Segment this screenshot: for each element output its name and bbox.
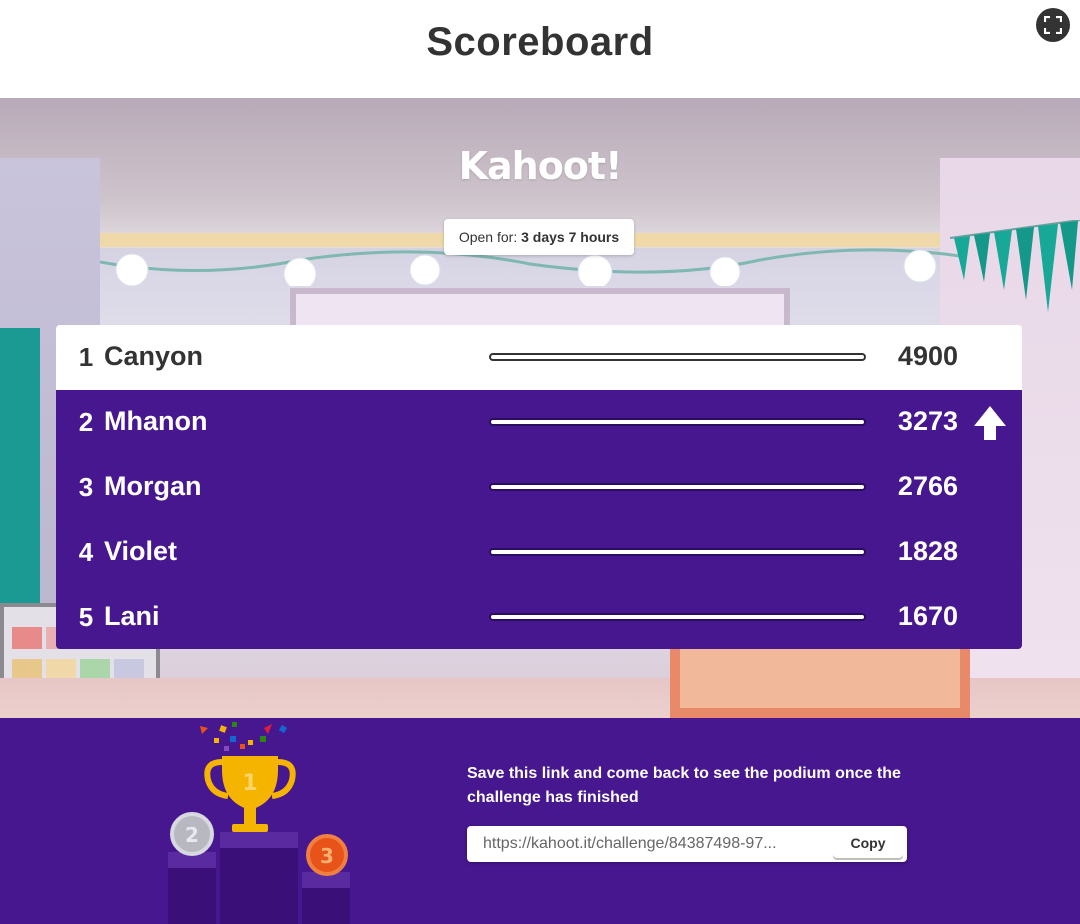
player-name: Canyon: [104, 341, 204, 371]
player-score: 3273: [897, 406, 958, 436]
rank-number: 2: [78, 407, 94, 437]
top-header: Scoreboard: [0, 0, 1080, 98]
challenge-link-box: https://kahoot.it/challenge/84387498-97.…: [467, 826, 907, 862]
player-name: Violet: [104, 536, 178, 566]
player-name: Morgan: [104, 471, 202, 501]
player-score: 1828: [897, 536, 958, 566]
podium-trophy-illustration: 1 2 3: [168, 722, 350, 924]
trophy-icon: 1: [204, 756, 296, 832]
open-for-value: 3 days 7 hours: [521, 229, 620, 245]
footer-panel: 1 2 3 Save this link and come back to se…: [0, 718, 1080, 924]
fullscreen-button[interactable]: [1036, 8, 1070, 42]
challenge-link-field[interactable]: https://kahoot.it/challenge/84387498-97.…: [483, 835, 827, 853]
leaderboard: 1 Canyon 4900 2 Mhanon 3273 3 Morgan 276…: [56, 325, 1022, 649]
score-bar: [489, 613, 866, 621]
svg-text:2: 2: [185, 823, 199, 847]
score-bar: [489, 353, 866, 361]
player-name: Mhanon: [104, 406, 208, 436]
score-bar: [489, 548, 866, 556]
open-for-label: Open for:: [458, 229, 518, 245]
bunting-flags: [950, 220, 1080, 312]
score-bar: [489, 418, 866, 426]
player-score: 2766: [897, 471, 958, 501]
score-bar: [489, 483, 866, 491]
kahoot-logo: Kahoot!: [458, 144, 623, 188]
leaderboard-row: 1 Canyon 4900: [56, 325, 1022, 390]
leaderboard-row: 5 Lani 1670: [56, 585, 1022, 649]
fullscreen-icon: [1044, 16, 1062, 34]
page-title: Scoreboard: [426, 20, 654, 64]
rank-number: 5: [78, 602, 94, 632]
player-score: 4900: [897, 341, 958, 371]
copy-link-button[interactable]: Copy: [833, 828, 903, 858]
player-score: 1670: [897, 601, 958, 631]
rank-number: 1: [78, 342, 94, 372]
leaderboard-row: 2 Mhanon 3273: [56, 390, 1022, 455]
open-duration-badge: Open for: 3 days 7 hours: [444, 219, 634, 255]
up-arrow-icon: [974, 406, 1006, 440]
leaderboard-row: 3 Morgan 2766: [56, 455, 1022, 520]
rank-number: 4: [78, 537, 94, 567]
svg-text:3: 3: [320, 844, 334, 868]
leaderboard-row: 4 Violet 1828: [56, 520, 1022, 585]
teal-panel: [0, 328, 40, 618]
save-link-message: Save this link and come back to see the …: [467, 765, 901, 806]
rank-number: 3: [78, 472, 94, 502]
player-name: Lani: [104, 601, 160, 631]
svg-text:1: 1: [242, 771, 257, 796]
